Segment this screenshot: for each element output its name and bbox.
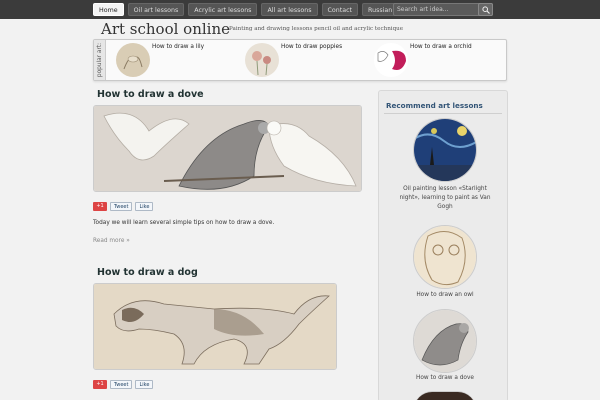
- starry-night-thumbnail[interactable]: [413, 118, 477, 182]
- site-title[interactable]: Art school online: [101, 20, 230, 38]
- lily-thumbnail[interactable]: [116, 43, 150, 77]
- dove-post-image[interactable]: [93, 105, 362, 192]
- next-lesson-thumbnail[interactable]: [413, 391, 477, 400]
- nav-acrylic-art-lessons[interactable]: Acrylic art lessons: [188, 3, 258, 16]
- main-menu: Home Oil art lessons Acrylic art lessons…: [93, 3, 399, 16]
- popular-item-label[interactable]: How to draw a orchid: [410, 44, 472, 50]
- lesson-caption-starry-night[interactable]: Oil painting lesson «Starlight night», l…: [397, 185, 493, 212]
- popular-art-label: popular art:: [97, 42, 103, 78]
- dove-thumbnail[interactable]: [413, 309, 477, 373]
- poppies-thumbnail[interactable]: [245, 43, 279, 77]
- nav-all-art-lessons[interactable]: All art lessons: [261, 3, 318, 16]
- nav-oil-art-lessons[interactable]: Oil art lessons: [127, 3, 185, 16]
- facebook-like-button[interactable]: Like: [135, 380, 154, 389]
- google-plus-button[interactable]: +1: [93, 202, 107, 211]
- facebook-like-button[interactable]: Like: [135, 202, 154, 211]
- post-excerpt: Today we will learn several simple tips …: [93, 220, 275, 226]
- site-tagline: Painting and drawing lessons pencil oil …: [229, 26, 404, 32]
- owl-thumbnail[interactable]: [413, 225, 477, 289]
- nav-home[interactable]: Home: [93, 3, 124, 16]
- social-share-bar: +1 Tweet Like: [93, 202, 154, 211]
- search-button[interactable]: [478, 3, 493, 16]
- post-title-dog[interactable]: How to draw a dog: [97, 267, 198, 278]
- sidebar-title: Recommend art lessons: [386, 101, 483, 110]
- google-plus-button[interactable]: +1: [93, 380, 107, 389]
- orchid-thumbnail[interactable]: [374, 43, 408, 77]
- popular-item-orchid[interactable]: How to draw a orchid: [374, 43, 499, 77]
- nav-contact[interactable]: Contact: [321, 3, 359, 16]
- popular-art-strip: popular art: How to draw a lily How to d…: [93, 39, 507, 81]
- tweet-button[interactable]: Tweet: [110, 380, 133, 389]
- lesson-caption-owl[interactable]: How to draw an owl: [397, 291, 493, 300]
- popular-item-poppies[interactable]: How to draw poppies: [245, 43, 365, 77]
- popular-item-label[interactable]: How to draw a lily: [152, 44, 204, 50]
- sidebar-recommend-lessons: Recommend art lessons Oil painting lesso…: [378, 90, 508, 400]
- sidebar-divider: [384, 113, 502, 114]
- lesson-caption-dove[interactable]: How to draw a dove: [397, 374, 493, 383]
- social-share-bar: +1 Tweet Like: [93, 380, 154, 389]
- popular-item-lily[interactable]: How to draw a lily: [116, 43, 236, 77]
- search-icon: [482, 6, 490, 14]
- tweet-button[interactable]: Tweet: [110, 202, 133, 211]
- page-body: Art school online Painting and drawing l…: [0, 19, 600, 400]
- read-more-link[interactable]: Read more »: [93, 238, 130, 244]
- popular-item-label[interactable]: How to draw poppies: [281, 44, 342, 50]
- popular-art-tab: popular art:: [94, 40, 106, 80]
- top-navigation-bar: Home Oil art lessons Acrylic art lessons…: [0, 0, 600, 19]
- dog-post-image[interactable]: [93, 283, 337, 370]
- post-title-dove[interactable]: How to draw a dove: [97, 89, 204, 100]
